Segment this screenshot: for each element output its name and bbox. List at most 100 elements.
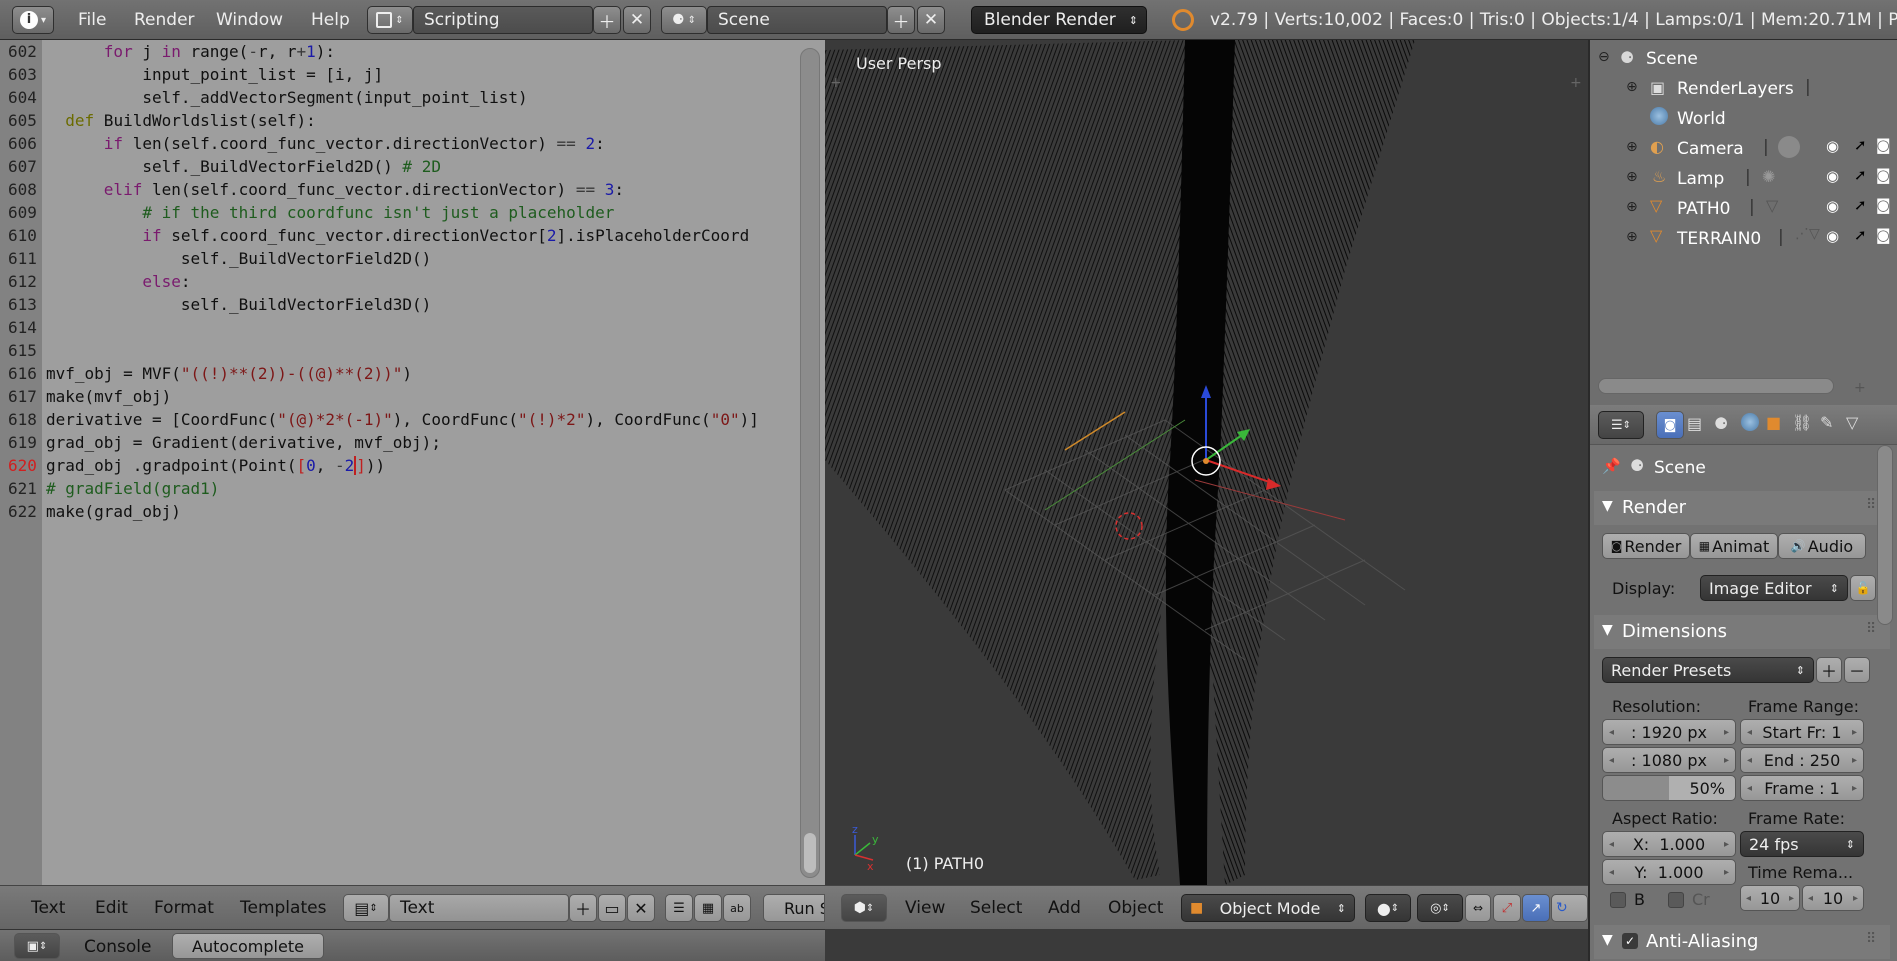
tab-render[interactable]: ◙	[1656, 411, 1684, 439]
drag-handle-icon[interactable]: ⠿	[1866, 621, 1876, 637]
render-presets-select[interactable]: Render Presets ⇕	[1602, 657, 1814, 683]
aspect-y-field[interactable]: ◂ Y: 1.000 ▸	[1602, 859, 1736, 885]
properties-scrollbar[interactable]	[1877, 445, 1893, 625]
lock-interface-button[interactable]: 🔓	[1850, 575, 1876, 601]
tab-constraints[interactable]: ⛓	[1792, 413, 1812, 432]
tab-world[interactable]	[1741, 413, 1759, 431]
add-preset-button[interactable]: ＋	[1816, 657, 1842, 683]
border-checkbox[interactable]	[1610, 892, 1626, 908]
new-text-button[interactable]: ＋	[569, 894, 597, 922]
console-menu[interactable]: Console	[84, 937, 152, 957]
menu-add[interactable]: Add	[1048, 898, 1081, 918]
expand-icon[interactable]: ⊕	[1626, 139, 1638, 155]
eye-icon[interactable]: ◉	[1826, 167, 1839, 185]
resolution-percentage-slider[interactable]: 50%	[1602, 775, 1736, 801]
render-camera-icon[interactable]: ◙	[1876, 166, 1891, 184]
expand-icon[interactable]: ⊕	[1626, 79, 1638, 95]
manipulator-toggle[interactable]: ⇔	[1465, 894, 1491, 922]
menu-help[interactable]: Help	[311, 10, 350, 30]
run-script-button[interactable]: Run S	[763, 894, 825, 922]
render-panel-header[interactable]: ▼ Render ⠿	[1594, 491, 1890, 525]
time-remap-new-field[interactable]: ◂ 10 ▸	[1802, 885, 1864, 911]
tab-data[interactable]: ▽	[1846, 413, 1858, 432]
render-engine-select[interactable]: Blender Render ⇕	[971, 6, 1147, 34]
text-browse-button[interactable]: ▤ ⇕	[343, 894, 389, 922]
display-select[interactable]: Image Editor ⇕	[1700, 575, 1848, 601]
outliner-item-scene[interactable]: ⊖ ⚈ Scene	[1590, 43, 1897, 73]
console-editor-type-button[interactable]: ▣ ⇕	[14, 933, 60, 959]
open-text-button[interactable]: ▭	[598, 894, 626, 922]
menu-templates[interactable]: Templates	[240, 898, 326, 918]
menu-text[interactable]: Text	[31, 898, 65, 918]
outliner-item-terrain0[interactable]: ⊕ ▽ TERRAIN0 | ⋰▽ ◉ ➚ ◙	[1590, 223, 1897, 253]
crop-checkbox[interactable]	[1668, 892, 1684, 908]
frame-step-field[interactable]: ◂ Frame : 1 ▸	[1740, 775, 1864, 801]
resolution-y-field[interactable]: ◂: 1080 px ▸	[1602, 747, 1736, 773]
delete-screen-button[interactable]: ✕	[623, 6, 651, 34]
expand-icon[interactable]: ⊕	[1626, 199, 1638, 215]
area-split-widget[interactable]: +	[1570, 75, 1582, 91]
properties-editor-type-button[interactable]: ☰ ⇕	[1598, 411, 1644, 439]
scrollbar-thumb[interactable]	[804, 833, 816, 873]
anti-aliasing-panel-header[interactable]: ▼ ✓ Anti-Aliasing ⠿	[1594, 925, 1890, 959]
render-camera-icon[interactable]: ◙	[1876, 226, 1891, 244]
render-animation-button[interactable]: ▦ Animat	[1690, 533, 1778, 559]
drag-handle-icon[interactable]: ⠿	[1866, 931, 1876, 947]
eye-icon[interactable]: ◉	[1826, 137, 1839, 155]
anti-aliasing-checkbox[interactable]: ✓	[1622, 933, 1638, 949]
expand-icon[interactable]: ⊕	[1626, 169, 1638, 185]
add-scene-button[interactable]: ＋	[887, 6, 915, 34]
cursor-select-icon[interactable]: ➚	[1854, 226, 1867, 244]
frame-rate-select[interactable]: 24 fps ⇕	[1740, 831, 1864, 857]
text-datablock-field[interactable]: Text	[389, 894, 569, 922]
eye-icon[interactable]: ◉	[1826, 227, 1839, 245]
expand-icon[interactable]: ⊕	[1626, 229, 1638, 245]
unlink-text-button[interactable]: ✕	[627, 894, 655, 922]
screen-layout-button[interactable]: ⇕	[367, 6, 413, 34]
area-split-widget[interactable]: +	[830, 75, 842, 91]
dimensions-panel-header[interactable]: ▼ Dimensions ⠿	[1594, 615, 1890, 649]
menu-file[interactable]: File	[78, 10, 106, 30]
outliner-item-world[interactable]: World	[1590, 103, 1897, 133]
viewport-shading-select[interactable]: ● ⇕	[1365, 894, 1411, 922]
interaction-mode-select[interactable]: ■ Object Mode ⇕	[1181, 894, 1355, 922]
eye-icon[interactable]: ◉	[1826, 197, 1839, 215]
outliner-item-lamp[interactable]: ⊕ ♨ Lamp | ✺ ◉ ➚ ◙	[1590, 163, 1897, 193]
render-camera-icon[interactable]: ◙	[1876, 136, 1891, 154]
pin-icon[interactable]: 📌	[1602, 457, 1621, 475]
drag-handle-icon[interactable]: ⠿	[1866, 497, 1876, 513]
cursor-select-icon[interactable]: ➚	[1854, 196, 1867, 214]
frame-end-field[interactable]: ◂ End : 250 ▸	[1740, 747, 1864, 773]
frame-start-field[interactable]: ◂ Start Fr: 1 ▸	[1740, 719, 1864, 745]
aspect-x-field[interactable]: ◂ X: 1.000 ▸	[1602, 831, 1736, 857]
scene-selector-button[interactable]: ⚈ ⇕	[661, 6, 707, 34]
word-wrap-toggle[interactable]: ▦	[694, 894, 722, 922]
translate-manipulator-button[interactable]: ⤢	[1493, 894, 1521, 922]
tab-scene[interactable]: ⚈	[1714, 414, 1728, 433]
cursor-select-icon[interactable]: ➚	[1854, 136, 1867, 154]
render-camera-icon[interactable]: ◙	[1876, 196, 1891, 214]
menu-object[interactable]: Object	[1108, 898, 1163, 918]
delete-scene-button[interactable]: ✕	[917, 6, 945, 34]
3d-viewport[interactable]: z y x + + User Persp (1) PATH0	[825, 40, 1588, 885]
tab-render-layers[interactable]: ▤	[1687, 414, 1702, 433]
menu-select[interactable]: Select	[970, 898, 1022, 918]
render-button[interactable]: ◙ Render	[1602, 533, 1690, 559]
tab-object[interactable]: ■	[1766, 413, 1781, 432]
properties-editor[interactable]: ☰ ⇕ ◙ ▤ ⚈ ■ ⛓ ✎ ▽ 📌 ⚈ Scene ▼ Render ⠿ ◙ R…	[1588, 405, 1897, 961]
area-split-widget[interactable]: +	[1854, 380, 1866, 396]
menu-render[interactable]: Render	[134, 10, 195, 30]
line-numbers-toggle[interactable]: ☰	[665, 894, 693, 922]
outliner-item-camera[interactable]: ⊕ ◐ Camera | ◉ ➚ ◙	[1590, 133, 1897, 163]
outliner-scrollbar[interactable]	[1598, 378, 1834, 394]
time-remap-old-field[interactable]: ◂ 10 ▸	[1740, 885, 1800, 911]
screen-layout-field[interactable]: Scripting	[413, 6, 593, 34]
outliner-item-path0[interactable]: ⊕ ▽ PATH0 | ▽ ◉ ➚ ◙	[1590, 193, 1897, 223]
render-audio-button[interactable]: 🔊 Audio	[1778, 533, 1866, 559]
menu-window[interactable]: Window	[216, 10, 283, 30]
cursor-select-icon[interactable]: ➚	[1854, 166, 1867, 184]
menu-view[interactable]: View	[905, 898, 945, 918]
menu-format[interactable]: Format	[154, 898, 214, 918]
collapse-icon[interactable]: ⊖	[1598, 49, 1610, 65]
remove-preset-button[interactable]: －	[1844, 657, 1870, 683]
